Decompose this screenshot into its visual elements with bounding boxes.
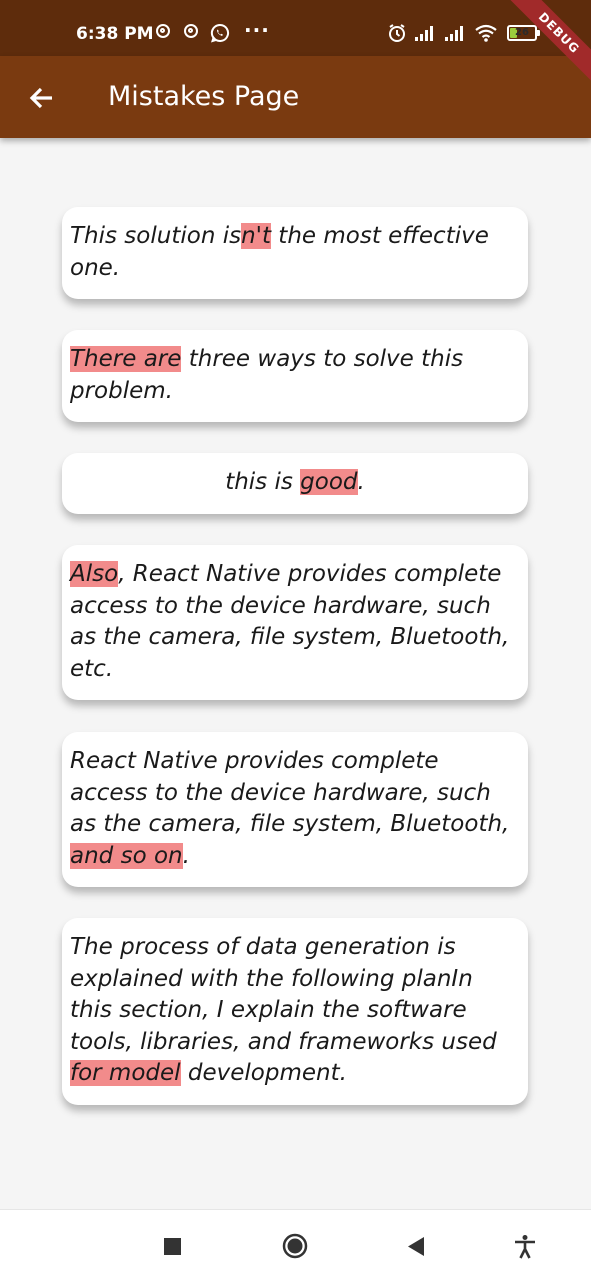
home-button[interactable] bbox=[280, 1232, 310, 1262]
system-nav-bar bbox=[0, 1209, 591, 1280]
sync-icon bbox=[156, 24, 170, 38]
recents-square-icon bbox=[164, 1238, 181, 1255]
card-text: this is bbox=[225, 469, 301, 495]
whatsapp-icon bbox=[210, 23, 230, 47]
mistake-highlight: for model bbox=[70, 1060, 181, 1086]
signal-icon bbox=[443, 25, 467, 41]
home-circle-icon bbox=[282, 1233, 308, 1259]
card-text: The process of data generation is explai… bbox=[70, 934, 497, 1055]
sync-icon bbox=[184, 24, 198, 38]
battery-icon: 26 bbox=[507, 25, 537, 41]
recents-button[interactable] bbox=[157, 1232, 187, 1262]
mistake-card: React Native provides complete access to… bbox=[62, 732, 528, 887]
card-text: React Native provides complete access to… bbox=[70, 748, 510, 837]
page-title: Mistakes Page bbox=[108, 81, 300, 112]
battery-cap bbox=[537, 30, 540, 36]
accessibility-icon bbox=[515, 1235, 535, 1259]
signal-icon bbox=[413, 25, 437, 41]
mistake-highlight: Also bbox=[70, 561, 119, 587]
card-text: This solution is bbox=[70, 223, 242, 249]
more-icon: ··· bbox=[244, 18, 270, 42]
wifi-icon bbox=[474, 24, 498, 42]
app-bar: Mistakes Page bbox=[0, 56, 591, 138]
mistake-card: Also, React Native provides complete acc… bbox=[62, 545, 528, 700]
mistake-highlight: good bbox=[300, 469, 358, 495]
mistake-highlight: and so on bbox=[70, 842, 183, 869]
back-triangle-icon bbox=[408, 1237, 424, 1256]
card-text: , React Native provides complete access … bbox=[70, 561, 510, 682]
card-text: development. bbox=[180, 1060, 347, 1086]
accessibility-button[interactable] bbox=[510, 1232, 540, 1262]
mistake-highlight: There are bbox=[70, 346, 182, 372]
arrow-back-icon bbox=[29, 87, 52, 109]
status-time: 6:38 PM bbox=[76, 24, 154, 44]
back-button[interactable] bbox=[22, 78, 62, 118]
mistake-card: this is good. bbox=[62, 453, 528, 514]
battery-value: 26 bbox=[515, 27, 529, 38]
mistake-card: This solution isn't the most effective o… bbox=[62, 207, 528, 299]
alarm-icon bbox=[387, 23, 407, 43]
mistake-card: The process of data generation is explai… bbox=[62, 918, 528, 1105]
card-text: . bbox=[357, 469, 365, 495]
card-text: . bbox=[182, 842, 190, 869]
mistake-card: There are three ways to solve this probl… bbox=[62, 330, 528, 422]
status-bar: 6:38 PM ··· 26 bbox=[0, 0, 591, 56]
mistake-highlight: n't bbox=[241, 223, 271, 249]
app-root: 6:38 PM ··· 26 DEBUG Mistakes Page This … bbox=[0, 0, 591, 1280]
back-nav-button[interactable] bbox=[402, 1232, 432, 1262]
